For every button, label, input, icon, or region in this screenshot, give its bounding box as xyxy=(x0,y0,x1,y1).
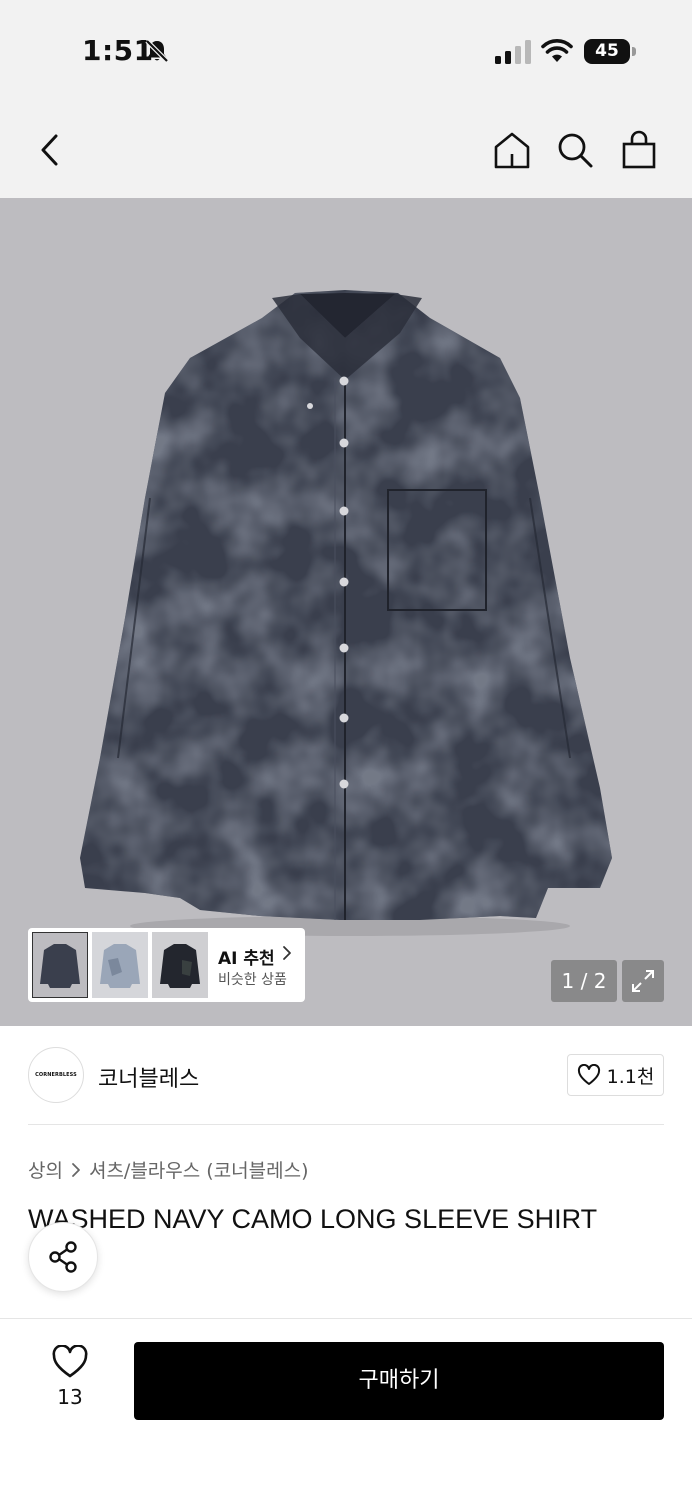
buy-button[interactable]: 구매하기 xyxy=(134,1342,664,1420)
search-icon xyxy=(558,133,593,168)
nav-bar xyxy=(0,100,692,198)
battery-indicator: 45 xyxy=(584,39,636,64)
battery-nub xyxy=(632,47,636,56)
chevron-right-icon xyxy=(283,946,291,960)
image-page-counter: 1 / 2 xyxy=(551,960,617,1002)
brand-logo-text: CORNERBLESS xyxy=(35,1072,77,1078)
wishlist-button[interactable]: 13 xyxy=(40,1345,100,1415)
search-button[interactable] xyxy=(553,128,597,172)
divider xyxy=(28,1124,664,1125)
home-icon xyxy=(494,132,530,169)
breadcrumb-level2[interactable]: 셔츠/블라우스 (코너블레스) xyxy=(89,1156,309,1183)
ai-recommend-subtitle: 비슷한 상품 xyxy=(218,972,287,988)
ai-recommendation-card[interactable]: AI 추천 비슷한 상품 xyxy=(28,928,305,1002)
thumbnail-3[interactable] xyxy=(152,932,208,998)
bell-off-icon xyxy=(145,39,169,63)
ai-recommend-title: AI 추천 xyxy=(218,949,275,969)
share-icon xyxy=(49,1241,77,1273)
cellular-signal-icon xyxy=(495,40,531,64)
product-image-gallery[interactable]: AI 추천 비슷한 상품 1 / 2 xyxy=(0,198,692,1026)
chevron-right-icon xyxy=(72,1162,80,1177)
breadcrumb: 상의 셔츠/블라우스 (코너블레스) xyxy=(28,1156,309,1183)
thumbnail-2[interactable] xyxy=(92,932,148,998)
breadcrumb-level1[interactable]: 상의 xyxy=(28,1156,63,1183)
brand-like-count: 1.1천 xyxy=(606,1065,655,1088)
thumbnail-1[interactable] xyxy=(32,932,88,998)
shopping-bag-icon xyxy=(622,130,656,169)
product-image[interactable] xyxy=(0,198,692,1026)
expand-icon xyxy=(632,970,654,992)
home-button[interactable] xyxy=(490,128,534,172)
heart-icon xyxy=(577,1064,600,1085)
back-button[interactable] xyxy=(28,128,72,172)
cart-button[interactable] xyxy=(617,128,661,172)
bottom-bar: 13 구매하기 xyxy=(0,1318,692,1500)
expand-button[interactable] xyxy=(622,960,664,1002)
brand-logo[interactable]: CORNERBLESS xyxy=(28,1047,84,1103)
brand-like-button[interactable]: 1.1천 xyxy=(567,1054,664,1096)
brand-row: CORNERBLESS 코너블레스 1.1천 xyxy=(0,1026,692,1126)
battery-level: 45 xyxy=(584,39,630,64)
status-time: 1:51 xyxy=(82,34,154,67)
share-button[interactable] xyxy=(28,1222,98,1292)
product-title: WASHED NAVY CAMO LONG SLEEVE SHIRT xyxy=(28,1204,598,1234)
brand-name[interactable]: 코너블레스 xyxy=(98,1061,199,1093)
back-icon xyxy=(41,134,58,166)
wishlist-count: 13 xyxy=(57,1385,83,1409)
status-bar: 1:51 45 xyxy=(0,0,692,100)
heart-icon xyxy=(52,1345,88,1378)
wifi-icon xyxy=(541,39,573,62)
